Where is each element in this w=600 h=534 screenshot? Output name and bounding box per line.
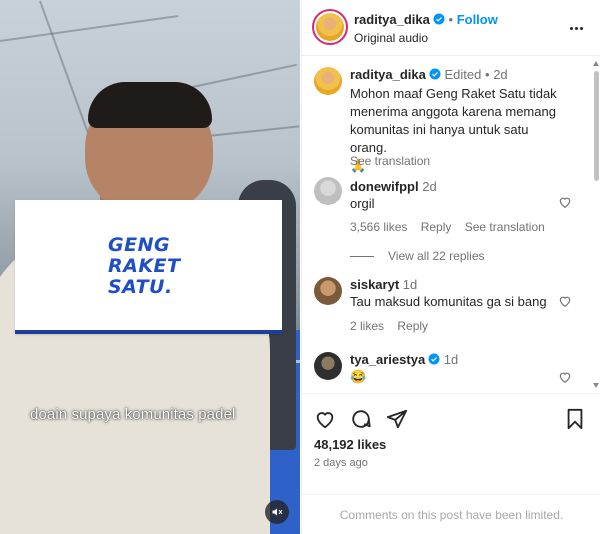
volume-icon [272, 508, 283, 516]
verified-badge-icon [428, 353, 440, 365]
comment-username[interactable]: tya_ariestya [350, 352, 425, 367]
comment-text: Tau maksud komunitas ga si bang [350, 294, 547, 309]
post-sidebar: raditya_dika • Follow Original audio rad… [301, 0, 600, 534]
comment-meta: 2 likes Reply [350, 319, 438, 333]
view-replies-label: View all 22 replies [388, 249, 485, 263]
avatar[interactable] [314, 352, 342, 380]
post-header: raditya_dika • Follow Original audio [302, 0, 600, 56]
see-translation-link[interactable]: See translation [465, 220, 545, 234]
header-separator: • [448, 12, 454, 27]
follow-button[interactable]: Follow [457, 12, 498, 27]
original-audio-link[interactable]: Original audio [354, 31, 428, 45]
comment-meta: 3,566 likes Reply See translation [350, 220, 555, 234]
comment-time[interactable]: 2d [422, 179, 436, 194]
avatar[interactable] [312, 9, 348, 45]
header-username[interactable]: raditya_dika [354, 12, 430, 27]
post-date[interactable]: 2 days ago [314, 457, 368, 469]
caption-user-line: raditya_dika Edited • 2d [350, 67, 508, 82]
scroll-down-arrow[interactable] [593, 383, 599, 388]
avatar-image [316, 13, 344, 41]
scrollbar-thumb[interactable] [594, 71, 599, 181]
volume-button[interactable] [265, 500, 289, 524]
comment-time[interactable]: 1d [444, 352, 458, 367]
video-caption: doain supaya komunitas padel [30, 406, 236, 423]
heart-icon[interactable] [558, 370, 572, 384]
comments-limited-notice: Comments on this post have been limited. [302, 494, 600, 534]
person-hair [88, 82, 212, 128]
post-actions: 48,192 likes 2 days ago Comments on this… [302, 393, 600, 534]
comment-text: 😂 [350, 369, 367, 384]
caption-comment: raditya_dika Edited • 2d Mohon maaf Geng… [314, 65, 592, 173]
heart-icon[interactable] [558, 195, 572, 209]
comment-meta: See translation [350, 154, 440, 168]
scroll-up-arrow[interactable] [593, 61, 599, 66]
comment-username[interactable]: siskaryt [350, 277, 399, 292]
post-media[interactable]: GENG RAKET SATU. doain supaya komunitas … [0, 0, 300, 534]
heart-icon[interactable] [558, 294, 572, 308]
more-options-icon[interactable] [566, 18, 586, 38]
verified-badge-icon [429, 68, 441, 80]
caption-separator: • [485, 67, 490, 82]
comment-item: tya_ariestya 1d 😂 [314, 350, 592, 392]
comments-scrollbar[interactable] [592, 57, 600, 392]
replies-dash [350, 255, 374, 257]
reply-button[interactable]: Reply [397, 319, 428, 333]
comment-item: siskaryt 1d Tau maksud komunitas ga si b… [314, 275, 592, 335]
comment-time[interactable]: 1d [403, 277, 417, 292]
reply-button[interactable]: Reply [421, 220, 452, 234]
comment-user-line: tya_ariestya 1d [350, 352, 458, 367]
see-translation-link[interactable]: See translation [350, 154, 430, 168]
like-count[interactable]: 3,566 likes [350, 220, 407, 234]
comment-user-line: donewifppl 2d [350, 179, 437, 194]
view-replies-button[interactable]: View all 22 replies [350, 249, 485, 263]
avatar[interactable] [314, 67, 342, 95]
comments-list[interactable]: raditya_dika Edited • 2d Mohon maaf Geng… [302, 57, 592, 392]
likes-count[interactable]: 48,192 likes [314, 437, 386, 452]
heart-icon[interactable] [314, 408, 336, 430]
geng-raket-satu-logo: GENG RAKET SATU. [108, 234, 181, 298]
like-count[interactable]: 2 likes [350, 319, 384, 333]
verified-badge-icon [433, 13, 445, 25]
edited-label: Edited [444, 67, 482, 82]
avatar[interactable] [314, 277, 342, 305]
avatar[interactable] [314, 177, 342, 205]
comment-text: orgil [350, 196, 375, 211]
comment-user-line: siskaryt 1d [350, 277, 417, 292]
share-icon[interactable] [386, 408, 408, 430]
header-user-line: raditya_dika • Follow [354, 12, 498, 27]
caption-body: Mohon maaf Geng Raket Satu tidak menerim… [350, 86, 557, 155]
comment-username[interactable]: donewifppl [350, 179, 419, 194]
comment-item: donewifppl 2d orgil 3,566 likes Reply Se… [314, 177, 592, 263]
comment-time[interactable]: 2d [493, 67, 507, 82]
comment-username[interactable]: raditya_dika [350, 67, 426, 82]
bookmark-icon[interactable] [564, 408, 586, 430]
comment-icon[interactable] [350, 408, 372, 430]
logo-card: GENG RAKET SATU. [15, 200, 282, 334]
